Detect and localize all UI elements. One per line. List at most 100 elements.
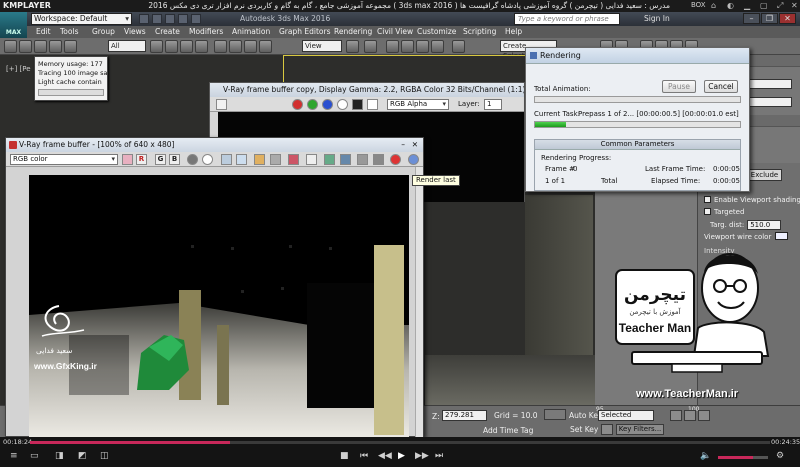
- menu-scripting[interactable]: Scripting: [463, 27, 496, 36]
- player-3d-icon[interactable]: ◨: [55, 451, 64, 461]
- rendering-dialog-titlebar[interactable]: Rendering: [526, 48, 749, 64]
- menu-views[interactable]: Views: [124, 27, 146, 36]
- menu-customize[interactable]: Customize: [417, 27, 456, 36]
- vfb-stamp-icon[interactable]: [373, 154, 384, 165]
- player-subtitle-icon[interactable]: ▭: [30, 451, 39, 461]
- pause-button[interactable]: Pause: [662, 80, 696, 93]
- menu-edit[interactable]: Edit: [36, 27, 51, 36]
- place-icon[interactable]: [259, 40, 272, 53]
- selection-filter-dropdown[interactable]: All: [108, 40, 146, 52]
- redo-icon[interactable]: [191, 14, 201, 24]
- vfb-copy-save-icon[interactable]: [216, 99, 227, 110]
- vfb-duplicate-icon[interactable]: [254, 154, 265, 165]
- menu-civil-view[interactable]: Civil View: [377, 27, 413, 36]
- window-crossing-icon[interactable]: [195, 40, 208, 53]
- vfb-link-icon[interactable]: [306, 154, 317, 165]
- player-seek-bar[interactable]: [30, 441, 770, 444]
- menu-graph-editors[interactable]: Graph Editors: [279, 27, 331, 36]
- lock-key-icon[interactable]: [544, 409, 566, 420]
- snaps-toggle-icon[interactable]: [386, 40, 399, 53]
- modifier-list-dropdown[interactable]: [747, 97, 792, 107]
- vfb-green-channel-button[interactable]: G: [155, 154, 166, 165]
- vfb-stop-render-icon[interactable]: [390, 154, 401, 165]
- reference-coord-dropdown[interactable]: View: [302, 40, 342, 52]
- bind-space-warp-icon[interactable]: [64, 40, 77, 53]
- vfb-copy-alpha-channel-icon[interactable]: [337, 99, 348, 110]
- player-vr-icon[interactable]: ◩: [78, 451, 87, 461]
- targeted-row[interactable]: Targeted: [704, 208, 744, 216]
- previous-frame-icon[interactable]: [684, 410, 696, 421]
- player-rewind-icon[interactable]: ◀◀: [378, 451, 392, 461]
- player-stop-icon[interactable]: ■: [340, 451, 349, 461]
- exclude-button[interactable]: Exclude: [747, 169, 782, 181]
- player-play-icon[interactable]: ▶: [398, 451, 405, 461]
- vfb-copy-red-channel-icon[interactable]: [292, 99, 303, 110]
- vfb-copy-swatch-icon[interactable]: [367, 99, 378, 110]
- player-maximize-icon[interactable]: ▢: [760, 1, 768, 10]
- vfb-pixel-info-icon[interactable]: [357, 154, 368, 165]
- player-volume-slider[interactable]: [718, 456, 768, 459]
- add-time-tag-button[interactable]: Add Time Tag: [483, 426, 533, 435]
- targ-dist-input[interactable]: 510.0: [747, 220, 782, 230]
- vfb-mono-mode-icon[interactable]: [202, 154, 213, 165]
- edit-named-selection-icon[interactable]: [452, 40, 465, 53]
- vfb-vertical-scrollbar[interactable]: [415, 167, 423, 437]
- scale-icon[interactable]: [244, 40, 257, 53]
- vfb-close-icon[interactable]: ✕: [412, 138, 418, 151]
- z-coord-input[interactable]: 279.281: [442, 410, 487, 421]
- menu-create[interactable]: Create: [155, 27, 180, 36]
- vfb-minimize-icon[interactable]: –: [401, 138, 405, 151]
- vfb-region-render-icon[interactable]: [288, 154, 299, 165]
- vfb-copy-green-channel-icon[interactable]: [307, 99, 318, 110]
- window-close-button[interactable]: ✕: [779, 13, 796, 24]
- vfb-load-image-icon[interactable]: [236, 154, 247, 165]
- play-animation-icon[interactable]: [698, 410, 710, 421]
- go-to-start-icon[interactable]: [670, 410, 682, 421]
- vfb-save-image-icon[interactable]: [221, 154, 232, 165]
- vfb-color-corrections-icon[interactable]: [324, 154, 335, 165]
- keyword-search-input[interactable]: Type a keyword or phrase: [514, 13, 620, 25]
- rotate-icon[interactable]: [229, 40, 242, 53]
- cancel-button[interactable]: Cancel: [704, 80, 738, 93]
- redo-tool-icon[interactable]: [19, 40, 32, 53]
- pivot-center-icon[interactable]: [346, 40, 359, 53]
- vfb-copy-layer-input[interactable]: 1: [484, 99, 502, 110]
- vfb-copy-mono-icon[interactable]: [352, 99, 363, 110]
- vfb-track-mouse-icon[interactable]: [270, 154, 281, 165]
- player-forward-icon[interactable]: ▶▶: [415, 451, 429, 461]
- player-next-icon[interactable]: ⏭: [435, 451, 443, 461]
- set-key-button[interactable]: Set Key: [570, 425, 598, 434]
- workspace-dropdown[interactable]: Workspace: Default: [31, 13, 132, 25]
- max-app-logo[interactable]: MAX: [0, 12, 27, 38]
- menu-rendering[interactable]: Rendering: [334, 27, 372, 36]
- window-minimize-button[interactable]: –: [743, 13, 760, 24]
- menu-modifiers[interactable]: Modifiers: [189, 27, 223, 36]
- menu-tools[interactable]: Tools: [60, 27, 78, 36]
- selected-dropdown[interactable]: Selected: [598, 410, 654, 421]
- vfb-color-mode-icon[interactable]: [122, 154, 133, 165]
- common-parameters-header[interactable]: Common Parameters: [535, 140, 740, 150]
- player-prev-icon[interactable]: ⏮: [360, 451, 368, 461]
- select-object-icon[interactable]: [150, 40, 163, 53]
- sign-in-button[interactable]: Sign In: [644, 14, 670, 23]
- menu-help[interactable]: Help: [505, 27, 522, 36]
- enable-viewport-shading-row[interactable]: Enable Viewport shading: [704, 196, 800, 204]
- player-box-label[interactable]: BOX: [691, 1, 706, 9]
- link-icon[interactable]: [34, 40, 47, 53]
- select-manipulate-icon[interactable]: [364, 40, 377, 53]
- key-mode-icon[interactable]: [601, 424, 613, 435]
- vfb-render-last-icon[interactable]: [408, 154, 419, 165]
- player-settings-icon[interactable]: ⚙: [776, 451, 784, 461]
- player-skin-icon[interactable]: ◐: [727, 1, 734, 10]
- percent-snap-icon[interactable]: [416, 40, 429, 53]
- player-minimize-icon[interactable]: ▁: [744, 1, 750, 10]
- vfb-channel-dropdown[interactable]: RGB color: [10, 154, 118, 165]
- undo-tool-icon[interactable]: [4, 40, 17, 53]
- window-restore-button[interactable]: ❐: [761, 13, 778, 24]
- open-file-icon[interactable]: [152, 14, 162, 24]
- vfb-copy-blue-channel-icon[interactable]: [322, 99, 333, 110]
- enable-viewport-shading-checkbox[interactable]: [704, 196, 711, 203]
- player-capture-icon[interactable]: ◫: [100, 451, 109, 461]
- player-pin-icon[interactable]: ⌂: [711, 1, 716, 10]
- vfb-alpha-channel-icon[interactable]: [187, 154, 198, 165]
